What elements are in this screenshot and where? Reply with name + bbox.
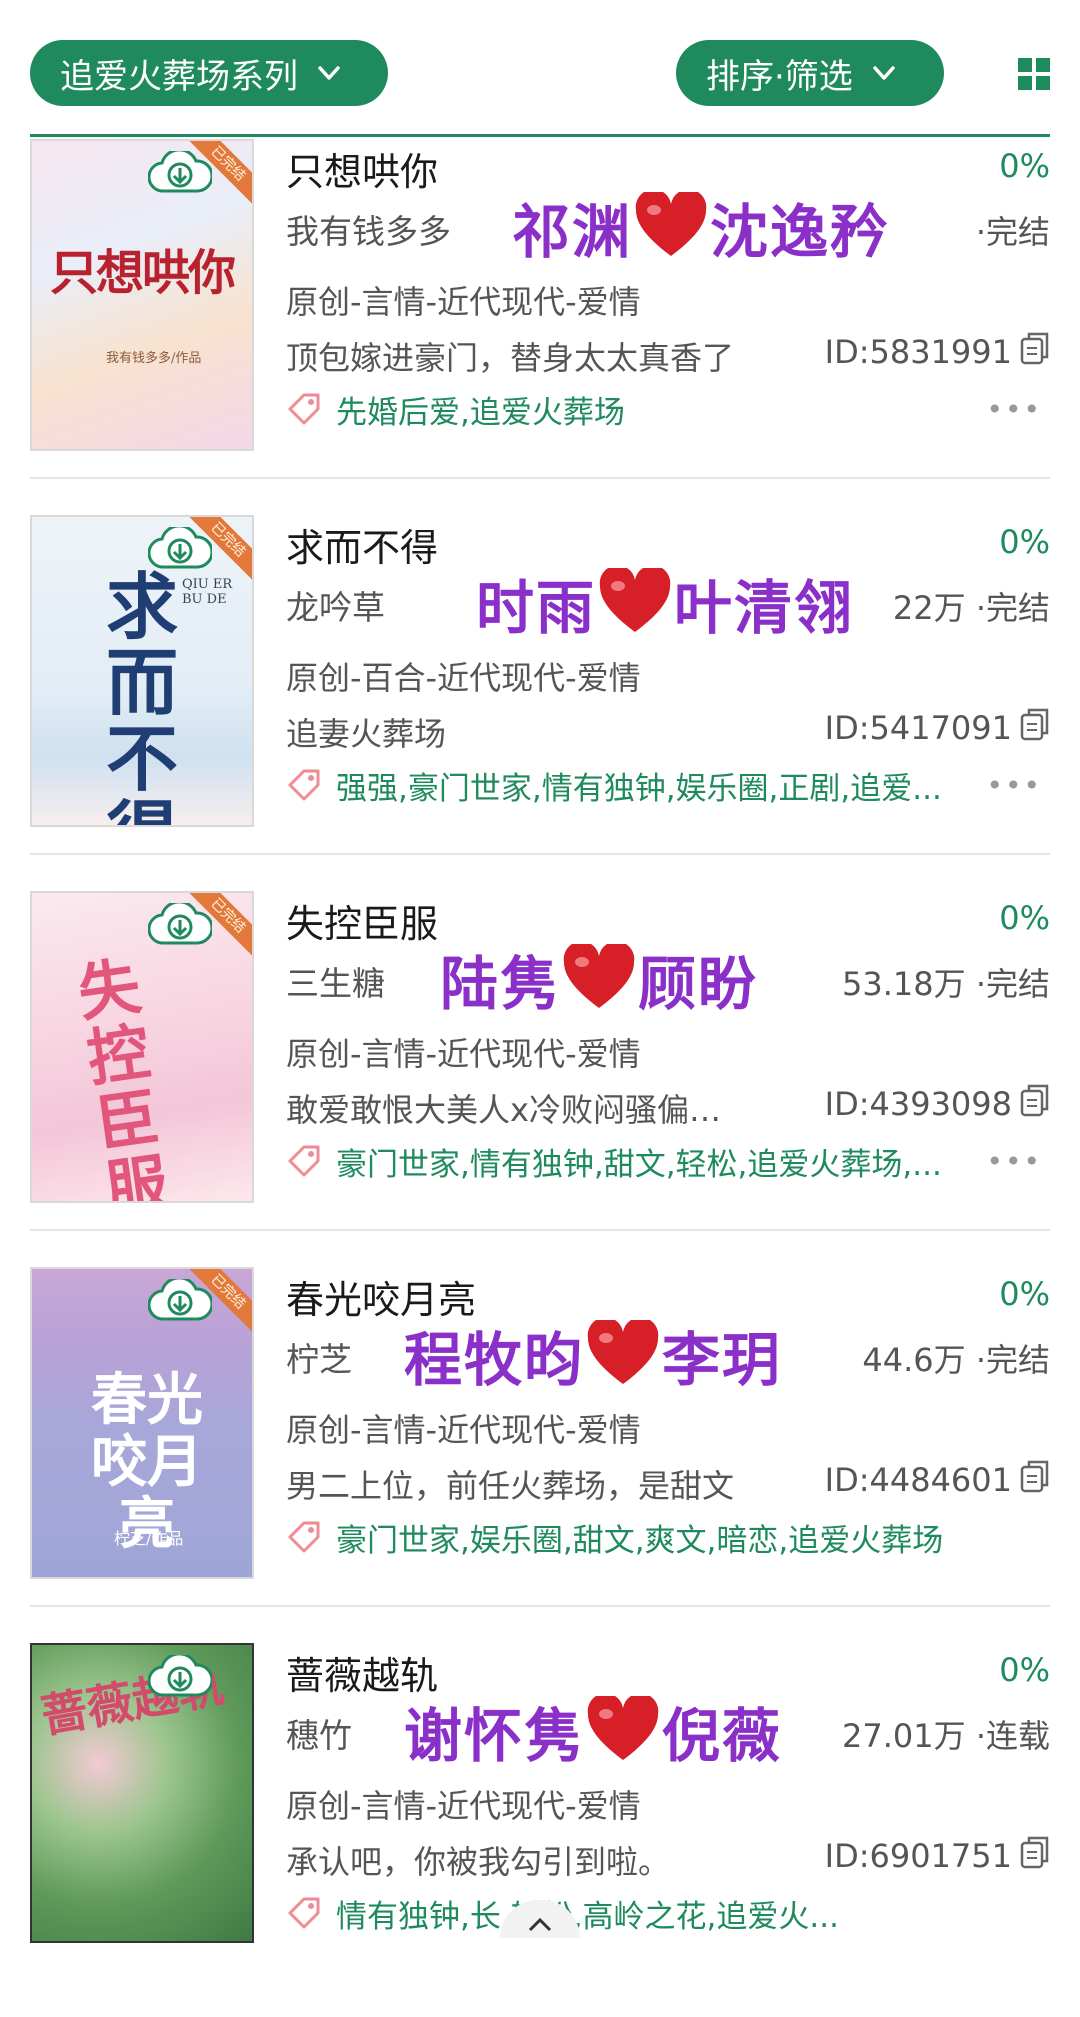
- book-id: ID:4393098: [824, 1085, 1012, 1123]
- book-id: ID:5417091: [824, 709, 1012, 747]
- book-category: 原创-百合-近代现代-爱情: [286, 659, 641, 697]
- book-summary: 男二上位，前任火葬场，是甜文: [286, 1467, 735, 1505]
- tag-icon: [288, 1521, 320, 1553]
- read-progress: 0%: [999, 1651, 1050, 1689]
- chevron-down-icon: [873, 66, 895, 80]
- book-author[interactable]: 我有钱多多: [286, 205, 451, 253]
- series-filter-label: 追爱火葬场系列: [60, 56, 298, 97]
- more-options-icon[interactable]: •••: [986, 393, 1042, 426]
- copy-icon[interactable]: [1020, 1083, 1050, 1117]
- copy-icon[interactable]: [1020, 1459, 1050, 1493]
- read-progress: 0%: [999, 899, 1050, 937]
- copy-icon[interactable]: [1020, 1835, 1050, 1869]
- book-author[interactable]: 龙吟草: [286, 581, 385, 629]
- word-count: 27.01万 ·连载: [842, 1717, 1050, 1755]
- book-item[interactable]: 只想哄你 我有钱多多/作品 已完结 只想哄你 0% 我有钱多多 ·完结 祁渊 沈逸…: [0, 137, 1080, 513]
- book-cover[interactable]: 求而不得 QIU ER BU DE 已完结: [30, 515, 254, 827]
- download-icon[interactable]: [148, 1655, 212, 1699]
- couple-overlay: 程牧昀 李玥: [404, 1313, 782, 1397]
- book-category: 原创-言情-近代现代-爱情: [286, 1787, 641, 1825]
- book-category: 原创-言情-近代现代-爱情: [286, 1411, 641, 1449]
- heart-icon: [563, 944, 635, 1008]
- read-progress: 0%: [999, 147, 1050, 185]
- word-count: 53.18万 ·完结: [842, 965, 1050, 1003]
- word-count: 44.6万 ·完结: [862, 1341, 1050, 1379]
- tag-icon: [288, 1145, 320, 1177]
- read-progress: 0%: [999, 523, 1050, 561]
- word-count: 22万 ·完结: [892, 589, 1050, 627]
- book-item[interactable]: 求而不得 QIU ER BU DE 已完结 求而不得 0% 龙吟草 22万 ·完…: [0, 513, 1080, 889]
- book-summary: 顶包嫁进豪门，替身太太真香了: [286, 339, 735, 377]
- filter-toolbar: 追爱火葬场系列 排序·筛选: [0, 0, 1080, 140]
- couple-overlay: 祁渊 沈逸矜: [512, 185, 890, 269]
- book-title[interactable]: 求而不得: [286, 517, 438, 572]
- book-cover[interactable]: 春光咬月亮 柠芝/作品 已完结: [30, 1267, 254, 1579]
- book-tags[interactable]: 先婚后爱,追爱火葬场: [336, 387, 1036, 432]
- book-title[interactable]: 失控臣服: [286, 893, 438, 948]
- book-id: ID:5831991: [824, 333, 1012, 371]
- cover-title: 失控臣服: [73, 949, 173, 1203]
- copy-icon[interactable]: [1020, 331, 1050, 365]
- scroll-to-top-button[interactable]: [500, 1900, 580, 1938]
- heart-icon: [635, 192, 707, 256]
- couple-overlay: 陆隽 顾盼: [440, 937, 758, 1021]
- heart-icon: [599, 568, 671, 632]
- book-author[interactable]: 三生糖: [286, 957, 385, 1005]
- book-cover[interactable]: 只想哄你 我有钱多多/作品 已完结: [30, 139, 254, 451]
- book-author[interactable]: 穗竹: [286, 1709, 352, 1757]
- book-id: ID:4484601: [824, 1461, 1012, 1499]
- item-divider: [30, 1229, 1050, 1231]
- book-item[interactable]: 失控臣服 已完结 失控臣服 0% 三生糖 53.18万 ·完结 陆隽 顾盼 原创-…: [0, 889, 1080, 1265]
- book-summary: 承认吧，你被我勾引到啦。: [286, 1843, 671, 1881]
- heart-icon: [587, 1696, 659, 1760]
- download-icon[interactable]: [148, 151, 212, 195]
- book-category: 原创-言情-近代现代-爱情: [286, 1035, 641, 1073]
- book-title[interactable]: 只想哄你: [286, 141, 438, 196]
- tag-icon: [288, 1897, 320, 1929]
- item-divider: [30, 477, 1050, 479]
- more-options-icon[interactable]: •••: [986, 769, 1042, 802]
- book-cover[interactable]: 失控臣服 已完结: [30, 891, 254, 1203]
- cover-title: 只想哄你: [50, 245, 236, 301]
- item-divider: [30, 1605, 1050, 1607]
- heart-icon: [587, 1320, 659, 1384]
- copy-icon[interactable]: [1020, 707, 1050, 741]
- book-summary: 敢爱敢恨大美人x冷败闷骚偏…: [286, 1091, 721, 1129]
- book-tags[interactable]: 豪门世家,娱乐圈,甜文,爽文,暗恋,追爱火葬场: [336, 1515, 1036, 1560]
- download-icon[interactable]: [148, 527, 212, 571]
- item-divider: [30, 853, 1050, 855]
- book-cover[interactable]: 蔷薇越轨: [30, 1643, 254, 1943]
- book-tags[interactable]: 豪门世家,情有独钟,甜文,轻松,追爱火葬场,...: [336, 1139, 1036, 1184]
- download-icon[interactable]: [148, 903, 212, 947]
- more-options-icon[interactable]: •••: [986, 1145, 1042, 1178]
- couple-overlay: 时雨 叶清翎: [476, 561, 854, 645]
- series-filter-button[interactable]: 追爱火葬场系列: [30, 40, 388, 106]
- download-icon[interactable]: [148, 1279, 212, 1323]
- word-count: ·完结: [975, 213, 1050, 251]
- cover-author: 我有钱多多/作品: [106, 351, 202, 366]
- book-author[interactable]: 柠芝: [286, 1333, 352, 1381]
- couple-overlay: 谢怀隽 倪薇: [404, 1689, 782, 1773]
- book-summary: 追妻火葬场: [286, 715, 447, 753]
- chevron-up-icon: [528, 1917, 552, 1932]
- cover-title: 求而不得: [106, 564, 179, 826]
- cover-author: 柠芝/作品: [114, 1529, 184, 1548]
- book-tags[interactable]: 强强,豪门世家,情有独钟,娱乐圈,正剧,追爱...: [336, 763, 1036, 808]
- read-progress: 0%: [999, 1275, 1050, 1313]
- tag-icon: [288, 769, 320, 801]
- book-tags[interactable]: 情有独钟,长,轻松,高岭之花,追爱火...: [336, 1891, 1036, 1936]
- book-category: 原创-言情-近代现代-爱情: [286, 283, 641, 321]
- tag-icon: [288, 393, 320, 425]
- book-id: ID:6901751: [824, 1837, 1012, 1875]
- book-item[interactable]: 春光咬月亮 柠芝/作品 已完结 春光咬月亮 0% 柠芝 44.6万 ·完结 程牧…: [0, 1265, 1080, 1641]
- grid-view-icon[interactable]: [1018, 58, 1050, 90]
- chevron-down-icon: [318, 66, 340, 80]
- sort-filter-label: 排序·筛选: [706, 56, 853, 97]
- book-item[interactable]: 蔷薇越轨 蔷薇越轨 0% 穗竹 27.01万 ·连载 谢怀隽 倪薇 原创-言情-近…: [0, 1641, 1080, 2017]
- sort-filter-button[interactable]: 排序·筛选: [676, 40, 944, 106]
